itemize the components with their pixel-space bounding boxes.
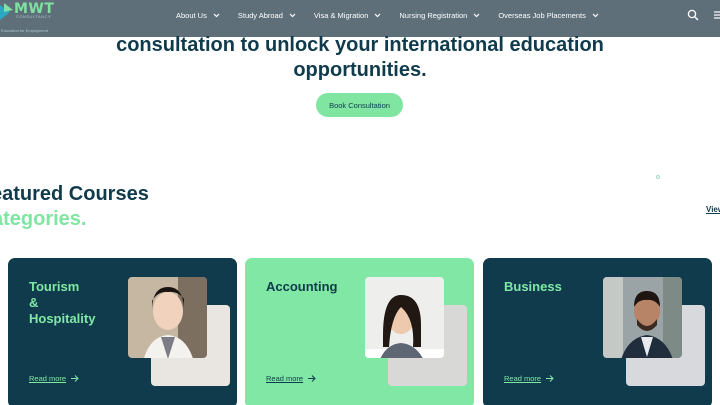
arrow-right-icon (71, 375, 79, 382)
nav-item-study-abroad[interactable]: Study Abroad (238, 11, 296, 20)
course-card-business[interactable]: Business Read more (483, 258, 712, 405)
nav-item-label: Study Abroad (237, 11, 283, 20)
chevron-down-icon (473, 13, 480, 18)
nav-item-label: About Us (176, 11, 207, 20)
nav-item-label: Visa & Migration (313, 11, 369, 20)
card-title: Tourism & Hospitality (29, 279, 95, 327)
hero-heading: consultation to unlock your internationa… (0, 33, 720, 83)
course-card-tourism[interactable]: Tourism & Hospitality Read more (8, 258, 237, 405)
read-more-label: Read more (29, 374, 67, 383)
chevron-down-icon (374, 13, 381, 18)
search-icon[interactable] (687, 9, 699, 21)
course-photo (603, 277, 682, 358)
card-title-line: Hospitality (29, 311, 96, 326)
read-more-label: Read more (504, 374, 542, 383)
chevron-down-icon (289, 13, 296, 18)
main-nav: About Us Study Abroad Visa & Migration N… (176, 0, 617, 31)
hero-heading-line: opportunities. (293, 59, 427, 81)
nav-item-visa-migration[interactable]: Visa & Migration (314, 11, 381, 20)
read-more-link[interactable]: Read more (504, 374, 554, 383)
card-title-line: & (29, 295, 39, 310)
course-photo (128, 277, 207, 358)
course-card-accounting[interactable]: Accounting Read more (245, 258, 474, 405)
arrow-right-icon (308, 375, 316, 382)
nav-item-overseas-job-placements[interactable]: Overseas Job Placements (498, 11, 599, 20)
view-all-link[interactable]: View (706, 205, 720, 214)
nav-item-label: Nursing Registration (399, 11, 468, 20)
card-title-line: Accounting (266, 279, 338, 294)
card-title: Accounting (266, 279, 338, 295)
site-header: MWT CONSULTANCY Education for Employment… (0, 0, 720, 37)
section-title: eatured Courses (0, 183, 149, 205)
logo-mark-icon (0, 3, 13, 20)
course-photo (365, 277, 444, 358)
arrow-right-icon (546, 375, 554, 382)
card-title-line: Tourism (29, 279, 80, 294)
read-more-link[interactable]: Read more (266, 374, 316, 383)
read-more-link[interactable]: Read more (29, 374, 79, 383)
read-more-label: Read more (266, 374, 304, 383)
hero-heading-line: consultation to unlock your internationa… (116, 34, 604, 56)
menu-icon[interactable] (713, 10, 720, 20)
section-subtitle: ategories. (0, 208, 87, 230)
logo-subtext: CONSULTANCY (16, 14, 52, 19)
logo[interactable]: MWT CONSULTANCY Education for Employment (0, 0, 60, 36)
book-consultation-button[interactable]: Book Consultation (316, 93, 403, 117)
chevron-down-icon (592, 13, 599, 18)
chevron-down-icon (213, 13, 220, 18)
card-title: Business (504, 279, 562, 295)
nav-item-label: Overseas Job Placements (498, 11, 586, 20)
carousel-dot (656, 175, 660, 179)
card-title-line: Business (504, 279, 562, 294)
nav-item-nursing-registration[interactable]: Nursing Registration (399, 11, 480, 20)
nav-item-about-us[interactable]: About Us (176, 11, 220, 20)
